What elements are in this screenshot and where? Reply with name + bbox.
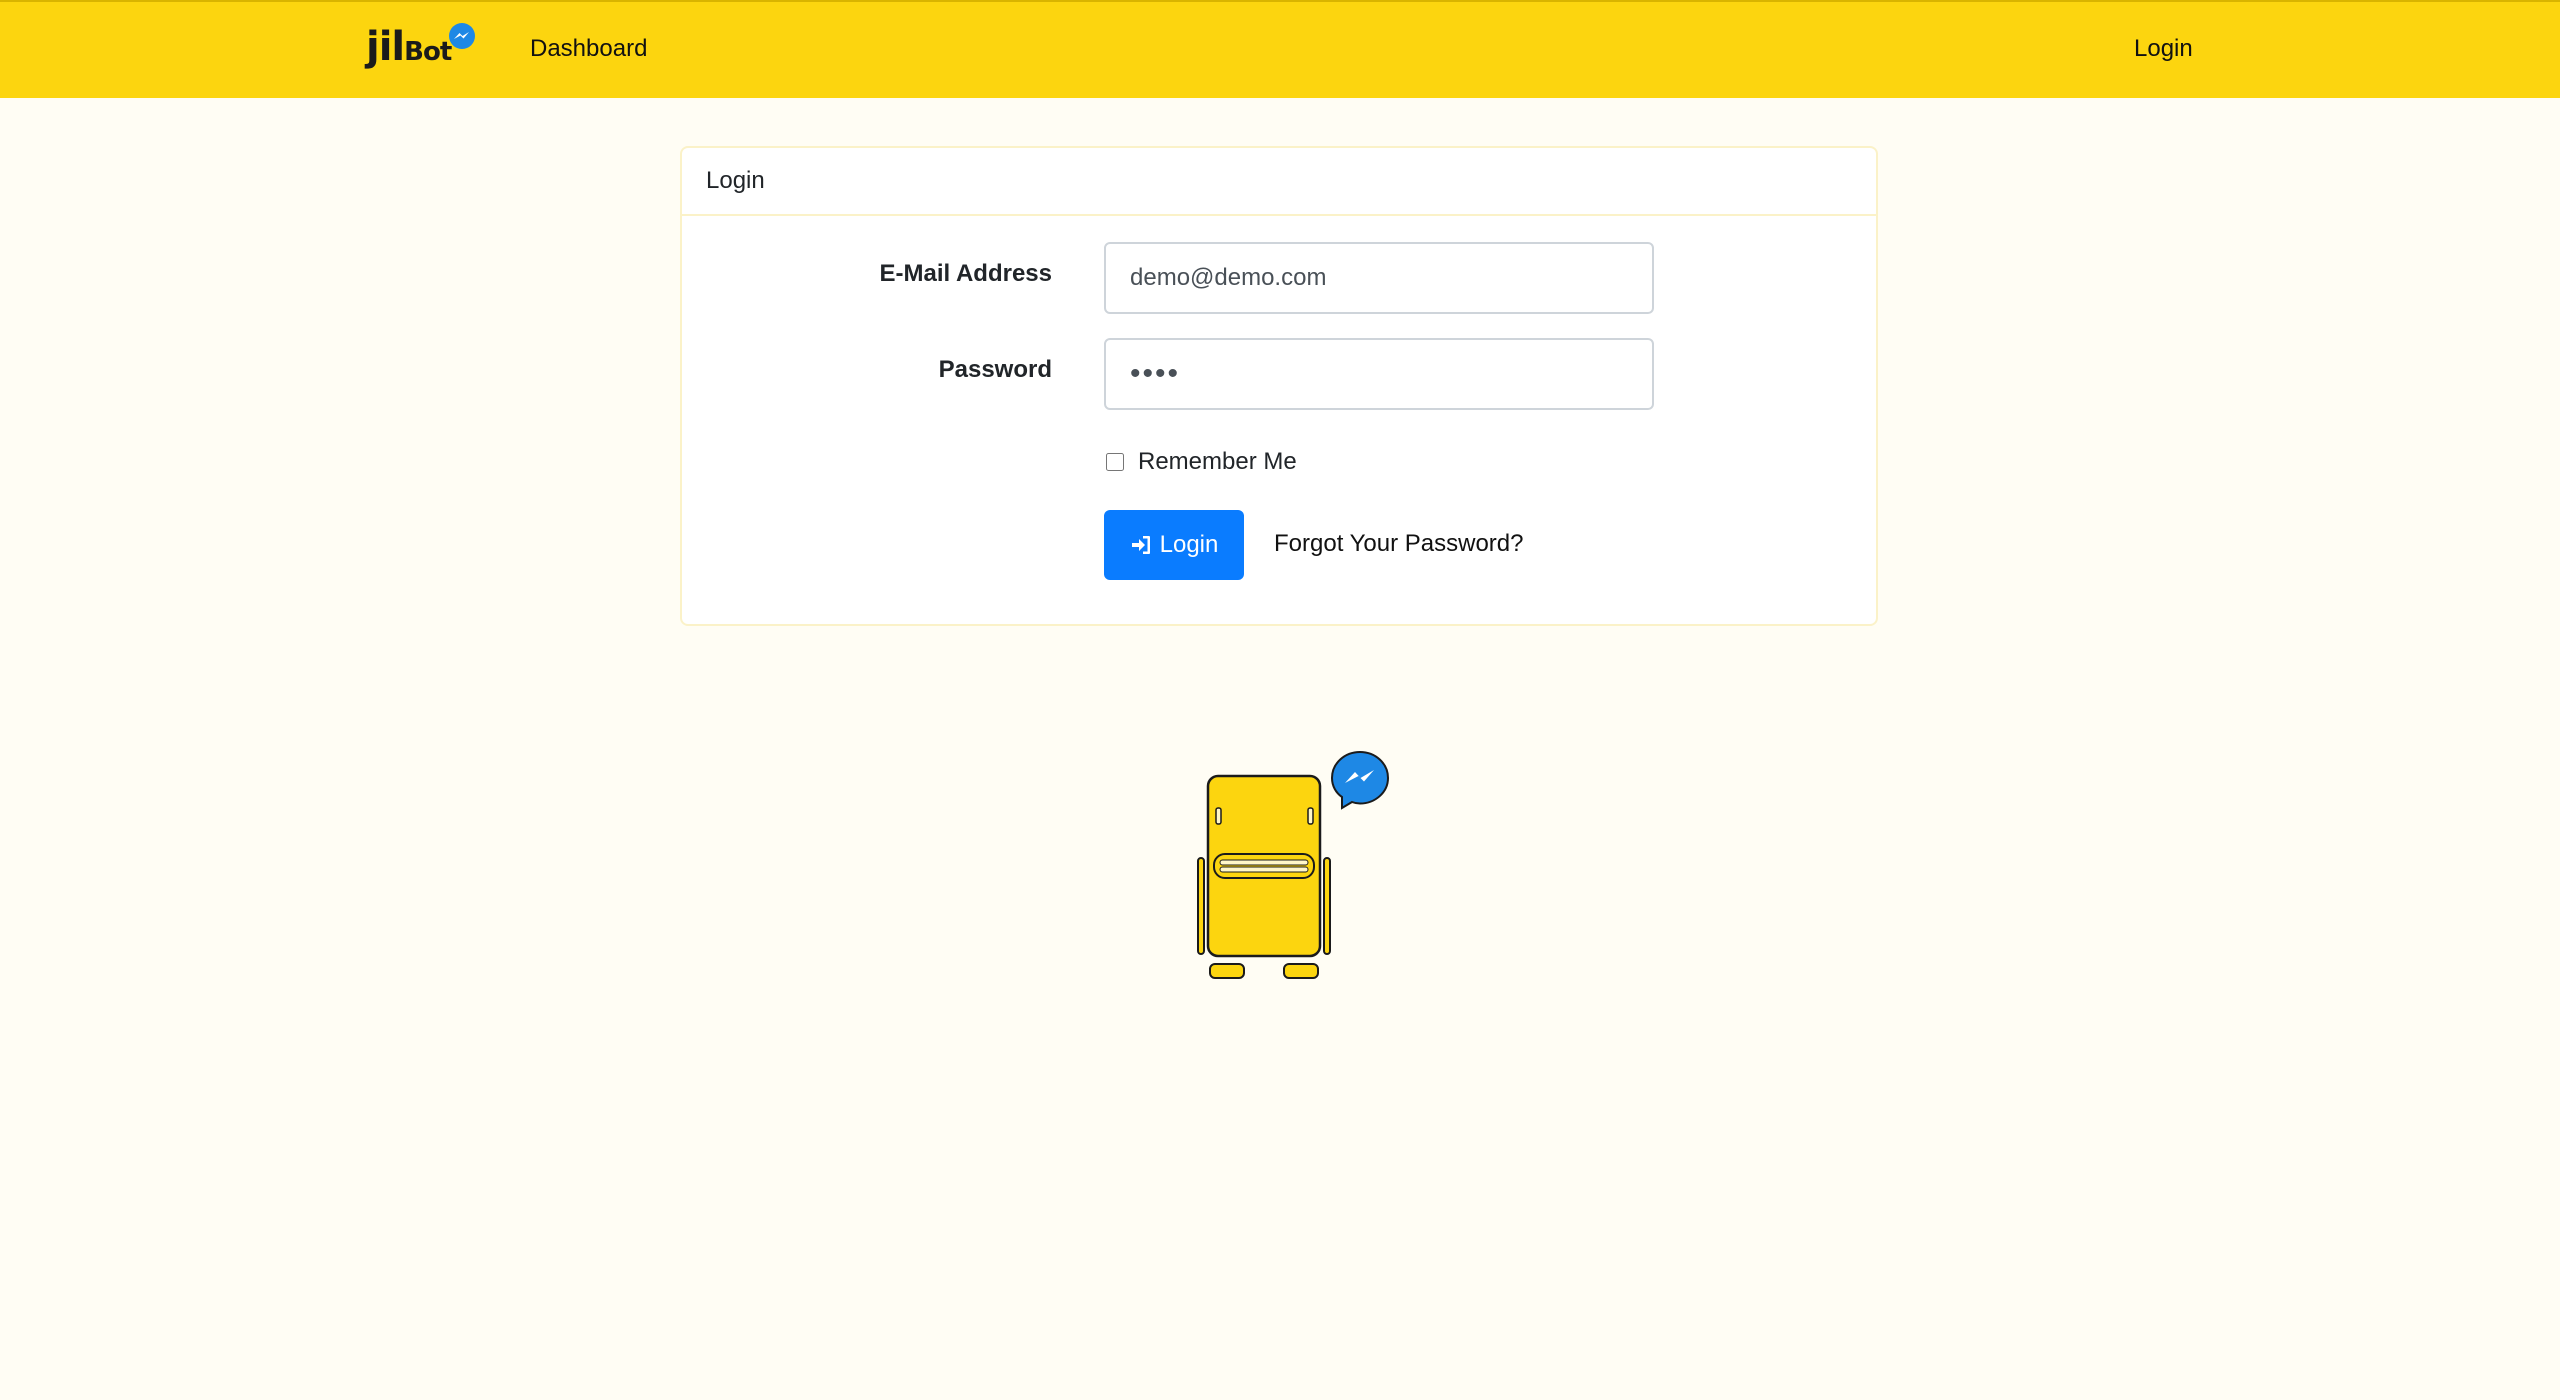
nav-link-dashboard[interactable]: Dashboard	[530, 32, 647, 66]
login-button[interactable]: Login	[1104, 510, 1244, 580]
card-header: Login	[682, 148, 1876, 216]
messenger-icon	[1330, 750, 1390, 810]
email-field[interactable]	[1104, 242, 1654, 314]
messenger-icon	[449, 23, 475, 49]
robot-illustration	[1197, 750, 1390, 979]
remember-me-checkbox[interactable]	[1106, 453, 1124, 471]
brand-wordmark: jilBot	[366, 24, 452, 70]
password-field[interactable]	[1104, 338, 1654, 410]
robot-body	[1197, 774, 1331, 979]
remember-me-group: Remember Me	[1104, 448, 1297, 476]
brand-logo[interactable]: jilBot	[366, 22, 484, 74]
brand-text-main: jil	[366, 24, 405, 70]
remember-me-label[interactable]: Remember Me	[1138, 448, 1297, 476]
login-card: Login E-Mail Address Password Remember M…	[680, 146, 1878, 626]
sign-in-icon	[1131, 536, 1150, 554]
top-navbar: jilBot Dashboard Login	[0, 0, 2560, 98]
email-label: E-Mail Address	[879, 260, 1053, 287]
password-label: Password	[938, 356, 1052, 383]
forgot-password-link[interactable]: Forgot Your Password?	[1274, 530, 1523, 558]
login-button-label: Login	[1159, 531, 1219, 558]
nav-link-login[interactable]: Login	[2134, 32, 2193, 66]
brand-text-sub: Bot	[404, 37, 452, 67]
